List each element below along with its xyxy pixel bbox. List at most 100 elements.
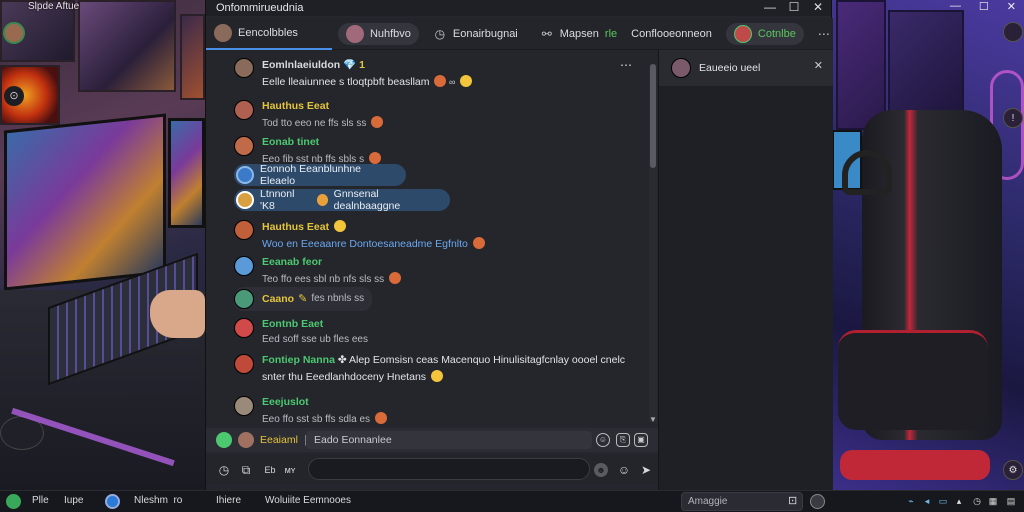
record-icon[interactable]	[810, 494, 825, 509]
network-icon[interactable]: ⌁	[906, 496, 916, 506]
tab-conference[interactable]: Conflooeonneon	[631, 23, 720, 45]
gif-icon[interactable]: Eb	[262, 462, 278, 478]
avatar	[236, 191, 254, 209]
avatar	[345, 24, 364, 43]
emoji-icon[interactable]: ☺	[596, 433, 610, 447]
maximize-icon[interactable]: ☐	[979, 0, 989, 14]
chair-seat	[838, 330, 988, 430]
desktop-settings-icon[interactable]: ⊙	[4, 86, 24, 106]
send-icon[interactable]: ➤	[638, 462, 654, 478]
title-bar: Onfommirueudnia — ☐ ✕	[206, 0, 831, 16]
message-text: Eeo ffo sst sb ffs sdla es	[262, 414, 371, 425]
emoji-icon	[374, 412, 387, 424]
scrollbar[interactable]: ▼	[649, 64, 657, 424]
emoji-icon	[430, 370, 443, 382]
side-panel-title: Eaueeio ueel	[699, 62, 761, 74]
avatar	[671, 58, 691, 78]
image-icon[interactable]: ⧉	[238, 462, 254, 478]
message-text-continued: snter thu Eeedlanhdoceny Hnetans	[262, 371, 427, 383]
show-desktop-icon[interactable]: ▤	[1006, 496, 1016, 506]
avatar	[236, 166, 254, 184]
avatar[interactable]	[234, 220, 254, 240]
avatar	[216, 432, 232, 448]
message: Hauthus Eeat Tod tto eeo ne ffs sls ss	[234, 100, 384, 129]
avatar[interactable]	[1003, 22, 1023, 42]
message: Hauthus Eeat Woo en Eeeaanre Dontoesanea…	[234, 220, 485, 250]
tab-label: Nuhfbvo	[369, 27, 411, 40]
more-icon[interactable]: ⋯	[810, 27, 839, 41]
taskbar-item[interactable]: Ihiere	[216, 495, 241, 506]
message-text: Eed soff sse ub fles ees	[262, 334, 368, 345]
notification-icon[interactable]: ▦	[988, 496, 998, 506]
chat-window: Onfommirueudnia — ☐ ✕ Eencolbbles Nuhfbv…	[205, 0, 833, 490]
info-icon[interactable]: !	[1003, 108, 1023, 128]
tab-history[interactable]: ◷ Eonairbugnai	[425, 23, 526, 45]
taskbar-item[interactable]: Nleshm ro	[134, 495, 182, 506]
tray-icon[interactable]: ▴	[954, 496, 964, 506]
message-author: Caano	[262, 292, 295, 305]
monitor-image	[4, 113, 166, 291]
settings-icon[interactable]: ⚙	[1003, 460, 1023, 480]
taskbar-search[interactable]: Amaggie	[681, 492, 803, 511]
desktop-avatar[interactable]	[3, 22, 25, 44]
wall-poster	[836, 0, 886, 130]
minimize-button[interactable]: —	[758, 0, 782, 16]
tab-channel[interactable]: Eencolbbles	[206, 18, 332, 50]
avatar[interactable]	[234, 58, 254, 78]
maximize-button[interactable]: ☐	[782, 0, 806, 16]
emoji-icon	[371, 116, 384, 128]
scrollbar-thumb[interactable]	[650, 64, 656, 168]
taskbar-item[interactable]: Iupe	[64, 495, 83, 506]
attach-icon[interactable]: ⎘	[616, 433, 630, 447]
sticker-icon[interactable]: ☺	[616, 462, 632, 478]
mention-icon[interactable]: ᴍʏ	[282, 462, 298, 478]
close-button[interactable]: ✕	[806, 0, 830, 16]
reply-field[interactable]: Eado Eonnanlee	[306, 431, 592, 449]
message-input[interactable]	[308, 458, 590, 480]
emoji-icon[interactable]: ☻	[594, 463, 608, 477]
clock-icon[interactable]: ◷	[216, 462, 232, 478]
monitor-image	[168, 118, 205, 228]
tab-label: Eencolbbles	[238, 26, 298, 39]
avatar[interactable]	[234, 354, 254, 374]
link-icon: ⚯	[541, 26, 552, 41]
tab-maps[interactable]: ⚯ Mapsen rle	[532, 23, 625, 45]
taskbar-item-suffix: ro	[173, 495, 183, 506]
composer: ◷ ⧉ Eb ᴍʏ ☻ ☺ ➤	[206, 454, 658, 484]
more-options-icon[interactable]: ⋯	[620, 58, 633, 72]
start-icon[interactable]	[6, 494, 21, 509]
avatar[interactable]	[234, 318, 254, 338]
message: Eonab tinet Eeo fib sst nb ffs sbls s	[234, 136, 381, 165]
message-bubble[interactable]: Eonnoh Eeanblunhne Eleaelo	[234, 163, 406, 187]
volume-icon[interactable]: ◂	[922, 496, 932, 506]
message-author: Fontiep Nanna	[262, 354, 335, 366]
message-bubble[interactable]: Ltnnonl 'K8 Gnnsenal dealnbaaggne	[234, 188, 450, 212]
avatar[interactable]	[234, 256, 254, 276]
desktop-username: Slpde Aftue	[28, 1, 80, 12]
side-panel: Eaueeio ueel ✕	[658, 50, 833, 490]
wall-poster	[180, 14, 205, 100]
close-icon[interactable]: ✕	[1007, 0, 1016, 14]
background-window-controls: — ☐ ✕	[910, 0, 1024, 14]
clock-text-icon[interactable]: ◷	[972, 496, 982, 506]
minimize-icon[interactable]: —	[950, 0, 961, 14]
avatar	[238, 432, 254, 448]
taskbar: Plle Iupe Nleshm ro Ihiere Woluiite Eemn…	[0, 490, 1024, 512]
battery-icon[interactable]: ▭	[938, 496, 948, 506]
image-icon[interactable]: ▣	[634, 433, 648, 447]
tab-user[interactable]: Nuhfbvo	[337, 22, 419, 45]
close-icon[interactable]: ✕	[814, 59, 823, 72]
browser-icon[interactable]	[105, 494, 120, 509]
taskbar-item[interactable]: Plle	[32, 495, 49, 506]
scroll-down-icon[interactable]: ▼	[649, 415, 657, 424]
taskbar-item[interactable]: Woluiite Eemnooes	[265, 495, 351, 506]
avatar[interactable]	[234, 136, 254, 156]
avatar[interactable]	[234, 396, 254, 416]
image-icon[interactable]: ⊡	[788, 494, 797, 507]
avatar[interactable]	[234, 100, 254, 120]
message-badge: ✎	[298, 293, 308, 305]
message: Caano ✎ fes nbnls ss	[234, 287, 373, 311]
emoji-icon	[472, 237, 485, 249]
avatar[interactable]	[234, 289, 254, 309]
tab-contact[interactable]: Cotnlbe	[725, 22, 804, 45]
